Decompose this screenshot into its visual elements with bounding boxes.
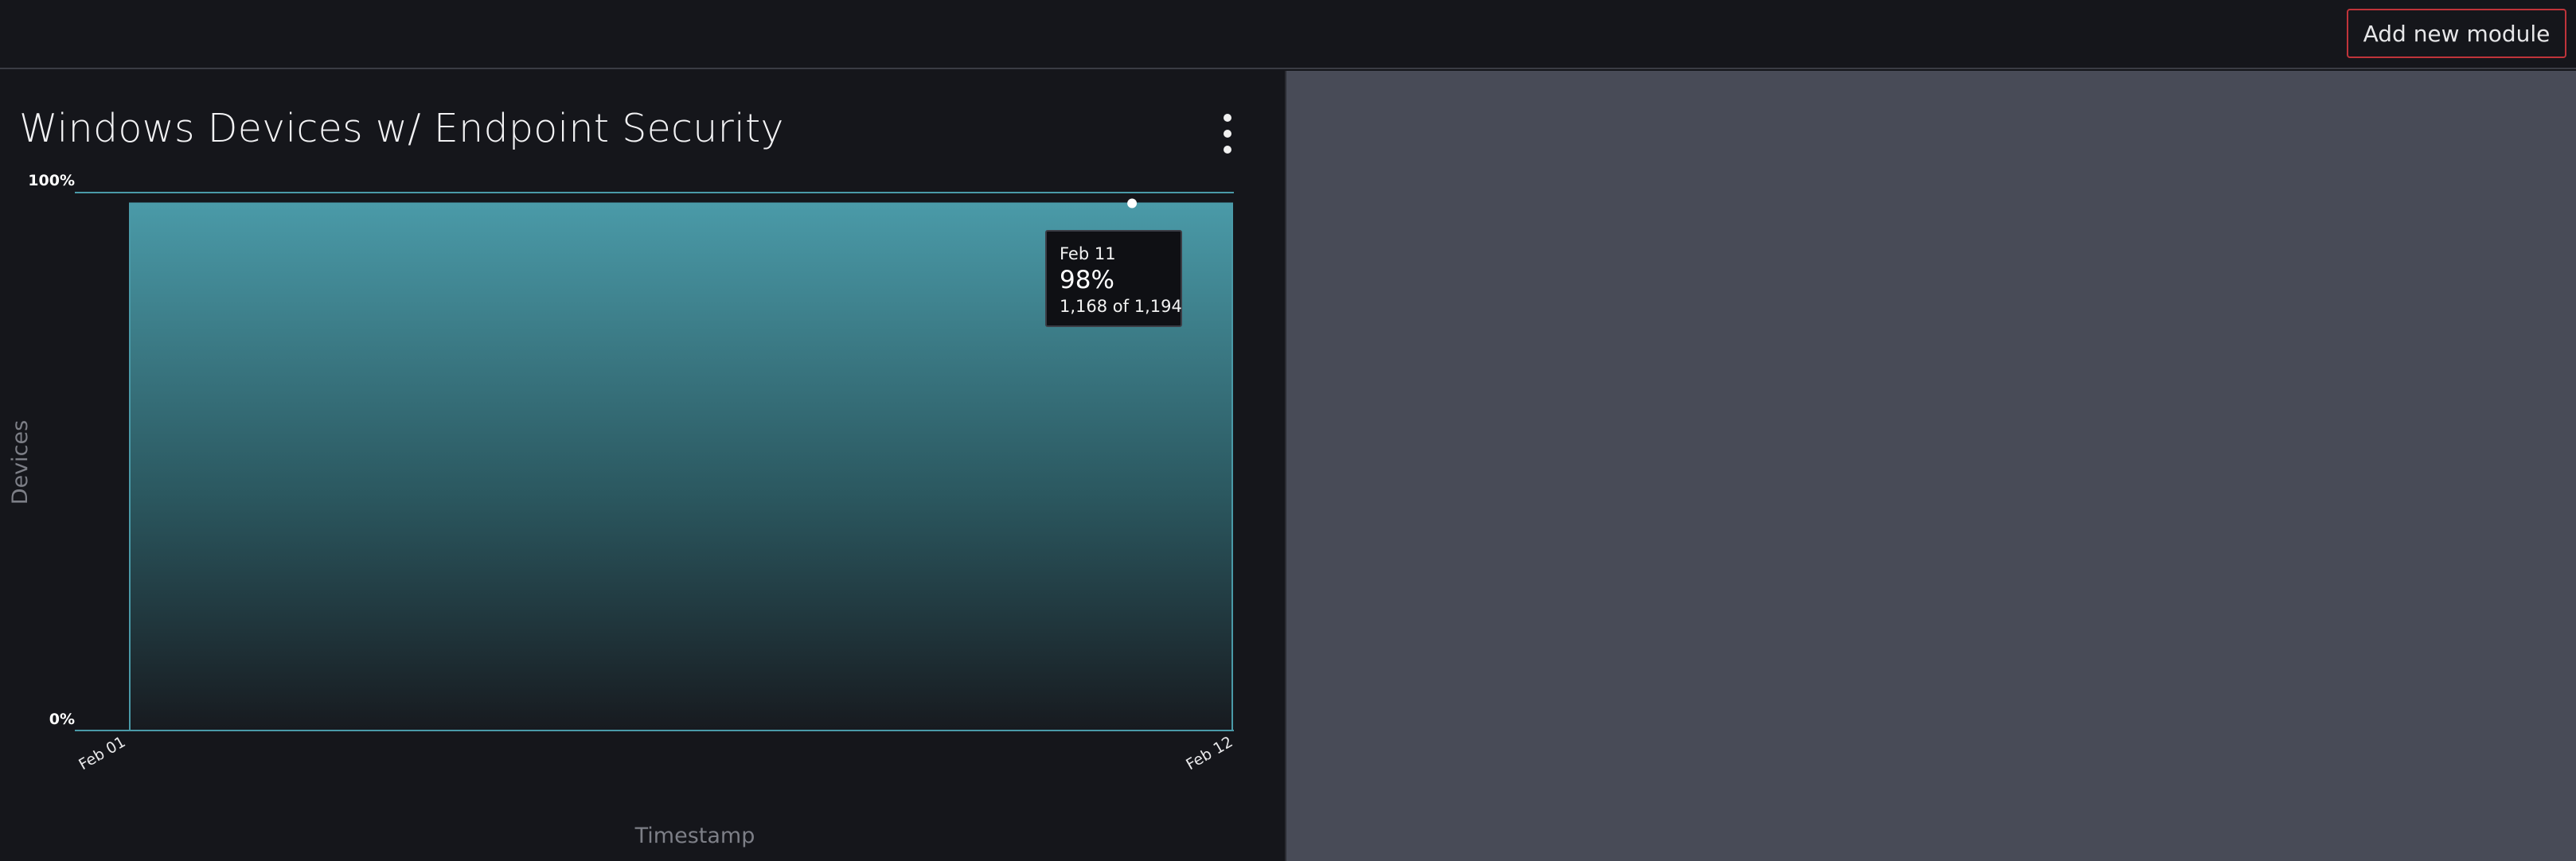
y-tick-label-max: 100% — [28, 172, 75, 189]
tooltip-value: 98% — [1060, 266, 1114, 294]
add-new-module-button[interactable]: Add new module — [2347, 9, 2566, 58]
empty-module-slot — [1286, 71, 2576, 861]
x-axis-label: Timestamp — [634, 824, 755, 848]
top-bar: Add new module — [0, 0, 2576, 69]
dashboard-module-panel: Windows Devices w/ Endpoint Security 100… — [0, 71, 1285, 861]
chart-tooltip: Feb 11 98% 1,168 of 1,194 — [1045, 230, 1182, 327]
y-axis-label: Devices — [8, 420, 33, 505]
highlight-point[interactable] — [1127, 198, 1138, 208]
area-chart: 100% 0% Feb 01 Feb 12 Devices Timestamp — [8, 172, 1236, 848]
y-tick-label-min: 0% — [49, 711, 75, 728]
x-tick-label-end: Feb 12 — [1183, 733, 1235, 773]
tooltip-date: Feb 11 — [1060, 244, 1116, 263]
tooltip-detail: 1,168 of 1,194 — [1060, 297, 1182, 316]
x-tick-label-start: Feb 01 — [76, 733, 128, 773]
